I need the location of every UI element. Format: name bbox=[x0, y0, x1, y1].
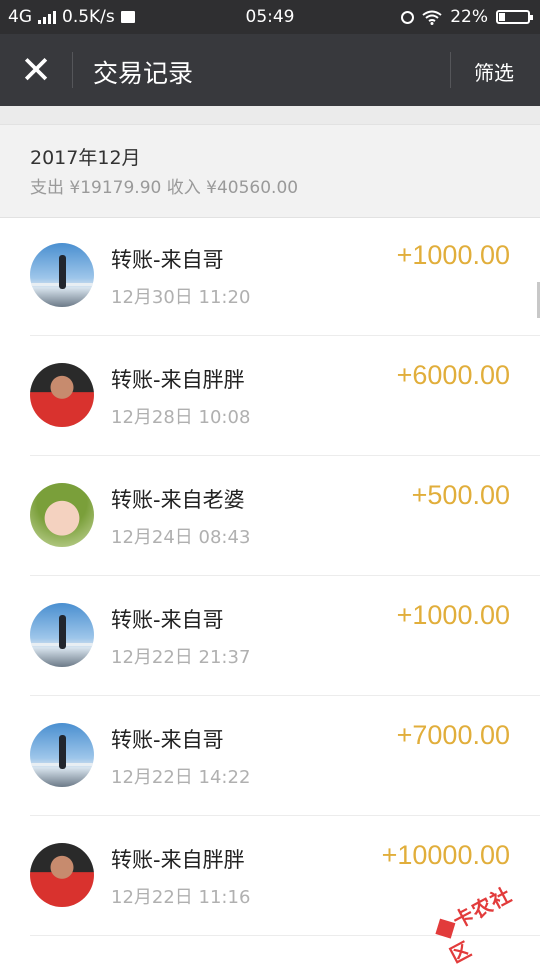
transaction-amount: +1000.00 bbox=[396, 240, 510, 270]
transaction-amount: +500.00 bbox=[411, 480, 510, 510]
avatar-figure bbox=[59, 615, 66, 649]
transaction-row[interactable]: 转账-来自哥 12月30日 11:20 +1000.00 bbox=[0, 216, 540, 336]
section-gap bbox=[0, 106, 540, 124]
transaction-row[interactable]: 转账-来自胖胖 12月28日 10:08 +6000.00 bbox=[0, 336, 540, 456]
transaction-time: 12月22日 11:16 bbox=[111, 887, 251, 908]
avatar-figure bbox=[59, 255, 66, 289]
transaction-amount: +1000.00 bbox=[396, 600, 510, 630]
nav-divider bbox=[450, 52, 451, 88]
nav-bar: ✕ 交易记录 筛选 bbox=[0, 34, 540, 106]
wifi-icon bbox=[422, 10, 442, 25]
transaction-row[interactable]: 转账-来自老婆 12月24日 08:43 +500.00 bbox=[0, 456, 540, 576]
transaction-title: 转账-来自哥 bbox=[111, 728, 224, 752]
transaction-time: 12月28日 10:08 bbox=[111, 407, 251, 428]
battery-percent: 22% bbox=[450, 7, 488, 27]
transaction-amount: +6000.00 bbox=[396, 360, 510, 390]
transaction-title: 转账-来自胖胖 bbox=[111, 368, 245, 392]
month-title: 2017年12月 bbox=[30, 147, 141, 169]
status-right: 22% bbox=[401, 7, 533, 27]
avatar bbox=[30, 603, 94, 667]
transaction-row[interactable]: 转账-来自哥 12月22日 21:37 +1000.00 bbox=[0, 576, 540, 696]
transaction-title: 转账-来自哥 bbox=[111, 248, 224, 272]
transaction-title: 转账-来自胖胖 bbox=[111, 848, 245, 872]
transaction-list: 转账-来自哥 12月30日 11:20 +1000.00 转账-来自胖胖 12月… bbox=[0, 216, 540, 936]
transaction-amount: +10000.00 bbox=[381, 840, 510, 870]
month-header[interactable]: 2017年12月 支出 ¥19179.90 收入 ¥40560.00 bbox=[0, 124, 540, 218]
close-icon[interactable]: ✕ bbox=[16, 51, 56, 89]
filter-button[interactable]: 筛选 bbox=[474, 57, 514, 86]
avatar bbox=[30, 723, 94, 787]
transaction-title: 转账-来自哥 bbox=[111, 608, 224, 632]
transaction-time: 12月30日 11:20 bbox=[111, 287, 251, 308]
transaction-amount: +7000.00 bbox=[396, 720, 510, 750]
transaction-time: 12月22日 14:22 bbox=[111, 767, 251, 788]
month-summary: 支出 ¥19179.90 收入 ¥40560.00 bbox=[30, 178, 299, 198]
avatar bbox=[30, 843, 94, 907]
status-bar: 4G 0.5K/s 05:49 22% bbox=[0, 0, 540, 34]
transaction-title: 转账-来自老婆 bbox=[111, 488, 245, 512]
battery-fill bbox=[499, 13, 505, 21]
page-title: 交易记录 bbox=[93, 59, 194, 88]
battery-icon bbox=[496, 10, 533, 24]
avatar-figure bbox=[59, 735, 66, 769]
transaction-time: 12月24日 08:43 bbox=[111, 527, 251, 548]
avatar bbox=[30, 363, 94, 427]
avatar bbox=[30, 243, 94, 307]
transaction-time: 12月22日 21:37 bbox=[111, 647, 251, 668]
transaction-row[interactable]: 转账-来自哥 12月22日 14:22 +7000.00 bbox=[0, 696, 540, 816]
avatar bbox=[30, 483, 94, 547]
nav-divider bbox=[72, 52, 73, 88]
alarm-icon bbox=[401, 10, 415, 24]
